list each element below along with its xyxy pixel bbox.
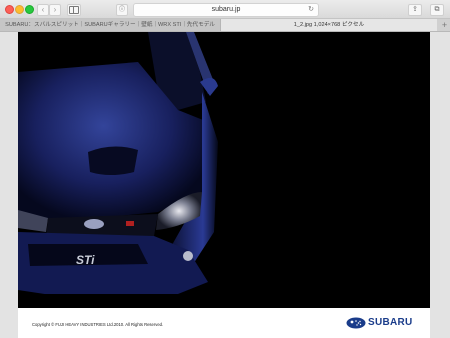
sti-badge-icon [126,221,134,226]
browser-toolbar: ‹ › ⓘ subaru.jp ↻ ⇪ ⧉ [0,0,450,19]
share-button[interactable]: ⇪ [408,4,422,16]
subaru-logo: SUBARU [346,317,420,329]
tab-image[interactable]: 1_2.jpg 1,024×768 ピクセル [221,19,437,31]
tab-subaru-gallery[interactable]: SUBARU：スバルスピリット｜SUBARUギャラリー｜壁紙｜WRX STI｜先… [0,19,221,31]
privacy-report-button[interactable]: ⓘ [116,4,128,16]
sidebar-toggle-button[interactable] [67,4,81,16]
address-bar[interactable]: subaru.jp ↻ [133,3,319,17]
subaru-stars-icon [346,317,366,329]
tab-bar: SUBARU：スバルスピリット｜SUBARUギャラリー｜壁紙｜WRX STI｜先… [0,19,450,32]
show-tabs-button[interactable]: ⧉ [430,4,444,16]
brand-wordmark: SUBARU [368,317,413,328]
forward-button[interactable]: › [49,4,61,16]
image-page: STi Copyright © FUJI HEAVY INDUSTRIES Lt… [18,32,430,338]
copyright-text: Copyright © FUJI HEAVY INDUSTRIES Ltd.20… [32,322,164,327]
minimize-window-button[interactable] [15,5,24,14]
sti-plate-text: STi [76,253,95,267]
zoom-window-button[interactable] [25,5,34,14]
page-footer: Copyright © FUJI HEAVY INDUSTRIES Ltd.20… [18,308,430,338]
wallpaper-photo: STi [18,32,430,308]
close-window-button[interactable] [5,5,14,14]
subaru-emblem-icon [84,219,104,229]
address-text: subaru.jp [211,6,241,13]
new-tab-button[interactable]: + [439,19,450,31]
fog-light [183,251,193,261]
reload-icon[interactable]: ↻ [308,4,314,16]
back-button[interactable]: ‹ [37,4,49,16]
